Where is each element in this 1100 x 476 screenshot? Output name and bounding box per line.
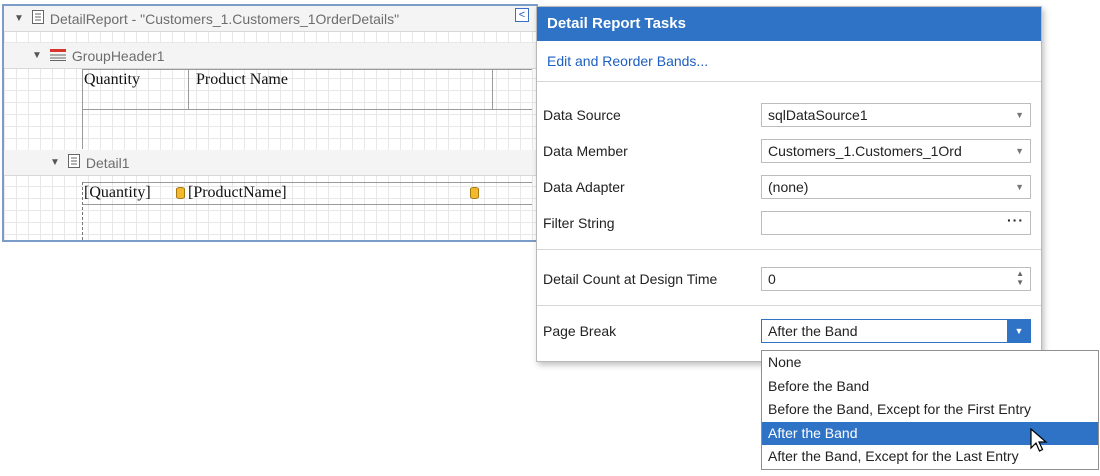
data-adapter-label: Data Adapter: [543, 179, 625, 195]
page-break-row: Page Break After the Band ▼: [537, 319, 1041, 343]
filter-string-field[interactable]: ···: [761, 211, 1031, 235]
edit-reorder-bands-link[interactable]: Edit and Reorder Bands...: [537, 41, 1041, 82]
dropdown-option-before-band[interactable]: Before the Band: [762, 375, 1098, 399]
database-icon: [470, 187, 479, 199]
page-break-select[interactable]: After the Band ▼: [761, 319, 1031, 343]
data-adapter-value: (none): [768, 179, 809, 195]
detail-band-area[interactable]: [Quantity] [ProductName]: [4, 176, 536, 240]
detail-count-value: 0: [768, 271, 776, 287]
expand-triangle-icon[interactable]: ▼: [14, 13, 24, 24]
group-header-title: GroupHeader1: [71, 47, 165, 64]
chevron-down-icon[interactable]: ▼: [1015, 104, 1024, 126]
chevron-down-icon[interactable]: ▼: [1015, 176, 1024, 198]
spin-arrows-icon[interactable]: ▲ ▼: [1016, 269, 1024, 287]
dropdown-option-none[interactable]: None: [762, 351, 1098, 375]
chevron-down-icon[interactable]: ▼: [1007, 320, 1030, 342]
data-source-label: Data Source: [543, 107, 621, 123]
filter-string-row: Filter String ···: [537, 211, 1041, 235]
data-adapter-row: Data Adapter (none) ▼: [537, 175, 1041, 199]
detail-report-band-header[interactable]: ▼ DetailReport - "Customers_1.Customers_…: [4, 6, 536, 32]
data-member-label: Data Member: [543, 143, 628, 159]
expand-triangle-icon[interactable]: ▼: [32, 50, 42, 61]
detail-cell-product-name[interactable]: [ProductName]: [188, 184, 287, 202]
detail-count-label: Detail Count at Design Time: [543, 271, 718, 287]
page-break-dropdown[interactable]: None Before the Band Before the Band, Ex…: [761, 350, 1099, 470]
expand-triangle-icon[interactable]: ▼: [50, 157, 60, 168]
header-cell-product-name[interactable]: Product Name: [196, 71, 288, 89]
report-icon: [31, 10, 44, 27]
tasks-panel-title: Detail Report Tasks: [537, 7, 1041, 41]
detail-band-header[interactable]: ▼ Detail1: [4, 150, 536, 176]
group-header-band-header[interactable]: ▼ GroupHeader1: [4, 43, 536, 69]
data-adapter-select[interactable]: (none) ▼: [761, 175, 1031, 199]
page-break-label: Page Break: [543, 323, 617, 339]
detail-count-row: Detail Count at Design Time 0 ▲ ▼: [537, 267, 1041, 291]
filter-string-label: Filter String: [543, 215, 615, 231]
section-divider: [537, 249, 1041, 250]
database-icon: [176, 187, 185, 199]
detail-band-icon: [67, 154, 80, 171]
data-source-value: sqlDataSource1: [768, 107, 868, 123]
detail-cell-quantity[interactable]: [Quantity]: [84, 184, 151, 202]
section-divider: [537, 305, 1041, 306]
header-cell-quantity[interactable]: Quantity: [84, 71, 140, 89]
page-break-value: After the Band: [768, 323, 858, 339]
ellipsis-icon[interactable]: ···: [1007, 212, 1024, 231]
detail-report-title: DetailReport - "Customers_1.Customers_1O…: [49, 10, 400, 27]
detail-band-title: Detail1: [85, 154, 130, 171]
data-source-row: Data Source sqlDataSource1 ▼: [537, 103, 1041, 127]
data-source-select[interactable]: sqlDataSource1 ▼: [761, 103, 1031, 127]
group-header-icon: [49, 48, 66, 64]
data-member-select[interactable]: Customers_1.Customers_1Ord ▼: [761, 139, 1031, 163]
group-header-band-area[interactable]: Quantity Product Name: [4, 69, 536, 149]
mouse-cursor-icon: [1030, 427, 1048, 457]
dropdown-option-before-band-except-first[interactable]: Before the Band, Except for the First En…: [762, 398, 1098, 422]
detail-count-spinner[interactable]: 0 ▲ ▼: [761, 267, 1031, 291]
collapse-tasks-button[interactable]: <: [515, 8, 529, 22]
chevron-down-icon[interactable]: ▼: [1015, 140, 1024, 162]
report-designer-surface[interactable]: ▼ DetailReport - "Customers_1.Customers_…: [2, 4, 538, 242]
data-member-value: Customers_1.Customers_1Ord: [768, 143, 962, 159]
data-member-row: Data Member Customers_1.Customers_1Ord ▼: [537, 139, 1041, 163]
detail-report-tasks-panel: Detail Report Tasks Edit and Reorder Ban…: [536, 6, 1042, 362]
